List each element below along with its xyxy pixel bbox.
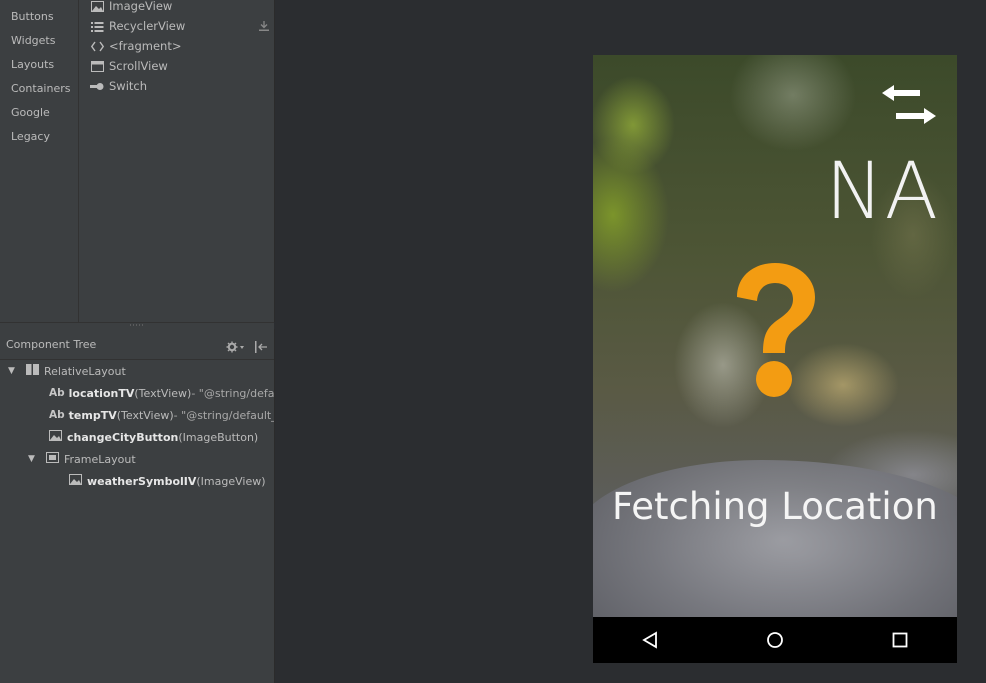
palette-item-imageview[interactable]: ImageView — [90, 0, 172, 15]
palette-item-fragment[interactable]: <fragment> — [90, 37, 181, 55]
palette-item-label: Switch — [109, 79, 148, 93]
tree-node-type: (TextView) — [116, 408, 174, 422]
tree-node-locationtv[interactable]: Ab locationTV (TextView) - "@string/defa… — [49, 383, 274, 403]
scrollview-icon — [90, 60, 104, 72]
weather-unknown-question-icon — [731, 261, 819, 405]
tree-node-detail: - "@string/default_temp" — [173, 408, 274, 422]
android-navigation-bar — [593, 617, 957, 663]
textview-icon: Ab — [49, 409, 65, 421]
temperature-text: NA — [825, 147, 939, 237]
image-icon — [90, 0, 104, 12]
expand-triangle-icon[interactable]: ▼ — [8, 366, 26, 376]
tree-node-label: RelativeLayout — [44, 364, 126, 378]
textview-icon: Ab — [49, 387, 65, 399]
palette-panel: Buttons Widgets Layouts Containers Googl… — [0, 0, 275, 322]
palette-item-scrollview[interactable]: ScrollView — [90, 57, 168, 75]
list-icon — [90, 20, 104, 32]
palette-item-label: RecyclerView — [109, 19, 186, 33]
palette-categories: Buttons Widgets Layouts Containers Googl… — [0, 0, 79, 322]
component-tree-title: Component Tree — [6, 338, 97, 351]
category-widgets[interactable]: Widgets — [11, 34, 55, 47]
code-brackets-icon — [90, 40, 104, 52]
gear-dropdown-icon[interactable] — [226, 338, 246, 357]
switch-toggle-icon — [90, 80, 104, 92]
back-triangle-icon[interactable] — [642, 631, 658, 653]
tree-node-changecitybutton[interactable]: changeCityButton (ImageButton) — [49, 427, 258, 447]
background-rock-image — [593, 460, 957, 617]
palette-item-recyclerview[interactable]: RecyclerView — [90, 17, 185, 35]
tree-node-relativelayout[interactable]: ▼ RelativeLayout — [8, 361, 126, 381]
category-google[interactable]: Google — [11, 106, 50, 119]
tree-node-label: locationTV — [68, 386, 135, 400]
palette-item-label: <fragment> — [109, 39, 182, 53]
device-preview: NA Fetching Location — [593, 55, 957, 617]
recents-square-icon[interactable] — [892, 631, 908, 653]
image-icon — [49, 430, 62, 444]
palette-items: ImageView RecyclerView <fragment> Scroll… — [79, 0, 274, 322]
tree-node-label: FrameLayout — [64, 452, 136, 466]
category-buttons[interactable]: Buttons — [11, 10, 54, 23]
tree-node-temptv[interactable]: Ab tempTV (TextView) - "@string/default_… — [49, 405, 274, 425]
category-legacy[interactable]: Legacy — [11, 130, 50, 143]
expand-triangle-icon[interactable]: ▼ — [28, 454, 46, 464]
category-layouts[interactable]: Layouts — [11, 58, 54, 71]
tree-node-type: (TextView) — [134, 386, 192, 400]
relativelayout-icon — [26, 364, 39, 378]
collapse-panel-icon[interactable] — [255, 338, 268, 357]
tree-node-weathersymboliv[interactable]: weatherSymbolIV (ImageView) — [69, 471, 266, 491]
location-text: Fetching Location — [612, 485, 938, 528]
image-icon — [69, 474, 82, 488]
download-icon[interactable] — [258, 17, 270, 36]
tree-node-framelayout[interactable]: ▼ FrameLayout — [28, 449, 136, 469]
change-city-swap-icon[interactable] — [878, 83, 940, 131]
splitter-grip-icon — [129, 324, 145, 326]
palette-item-label: ScrollView — [109, 59, 168, 73]
tree-node-type: (ImageView) — [196, 474, 266, 488]
tree-node-label: changeCityButton — [67, 430, 179, 444]
tree-node-label: tempTV — [68, 408, 117, 422]
tree-node-type: (ImageButton) — [178, 430, 259, 444]
palette-item-label: ImageView — [109, 0, 173, 13]
component-tree-header: Component Tree — [0, 329, 274, 360]
category-containers[interactable]: Containers — [11, 82, 71, 95]
palette-item-switch[interactable]: Switch — [90, 77, 147, 95]
component-tree-panel: Component Tree ▼ RelativeLayout Ab locat… — [0, 329, 275, 683]
home-circle-icon[interactable] — [766, 631, 784, 653]
framelayout-icon — [46, 452, 59, 466]
tree-node-label: weatherSymbolIV — [87, 474, 197, 488]
tree-node-detail: - "@string/default_location" — [191, 386, 274, 400]
